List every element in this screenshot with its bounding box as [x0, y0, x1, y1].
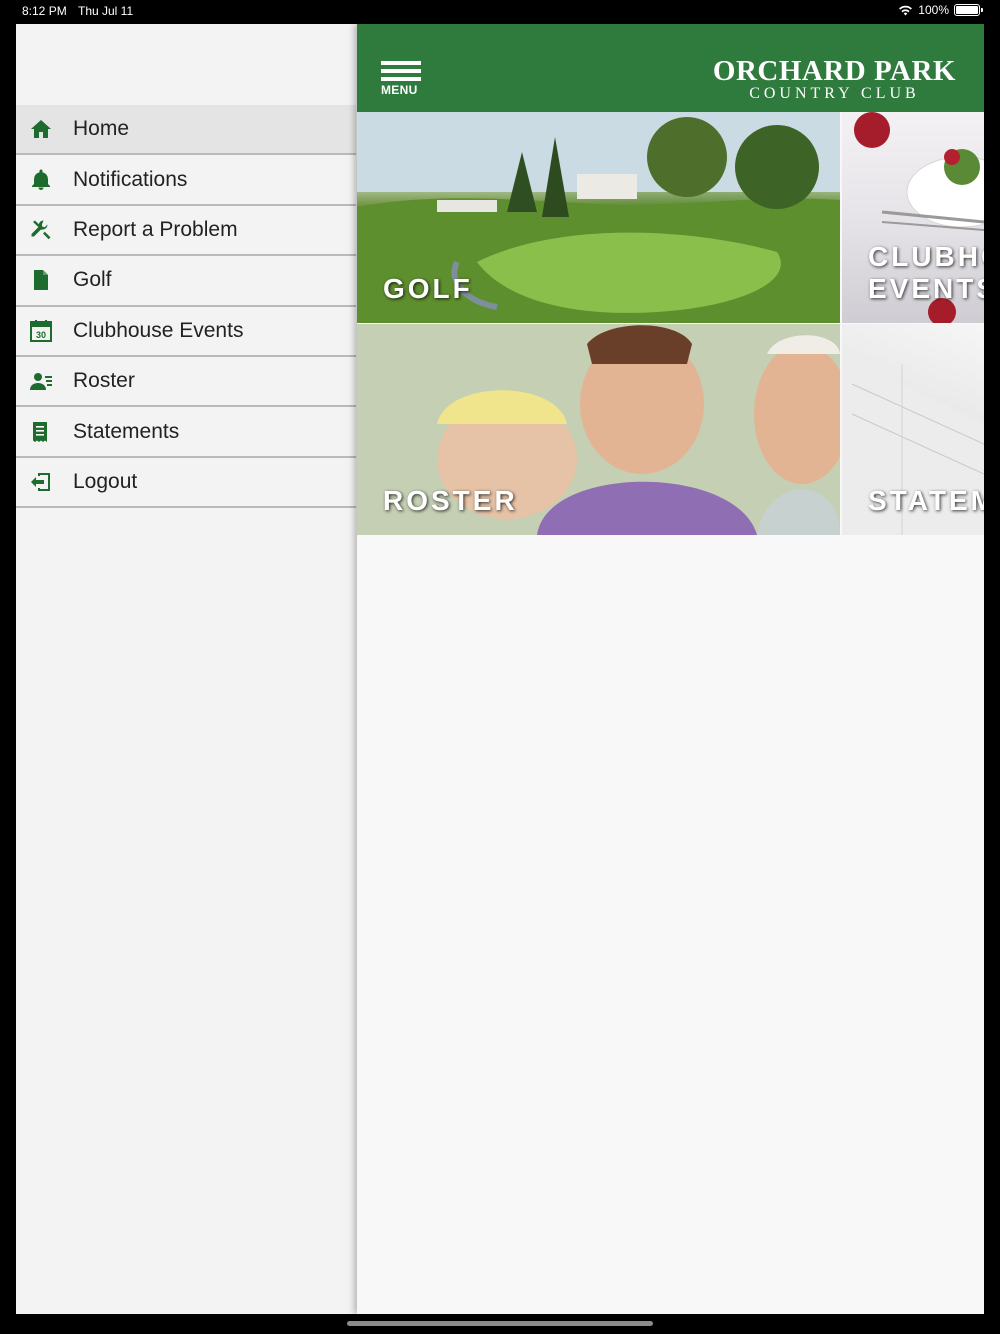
menu-button[interactable]: MENU: [381, 61, 421, 101]
side-menu: Home Notifications Report a Problem Golf: [16, 24, 356, 1314]
tile-clubhouse-events[interactable]: CLUBHOUSE EVENTS: [842, 112, 984, 323]
wifi-icon: [899, 5, 913, 16]
hamburger-icon: [381, 61, 421, 81]
status-time: 8:12 PM: [22, 4, 67, 18]
tile-roster[interactable]: ROSTER: [357, 324, 840, 535]
calendar-icon: 30: [28, 318, 54, 344]
status-indicators: 100%: [898, 3, 983, 17]
bell-icon: [28, 167, 54, 193]
main-content: MENU ORCHARD PARK COUNTRY CLUB GOLF CLUB…: [357, 24, 984, 1314]
sidebar-item-label: Golf: [73, 268, 112, 292]
app-header: MENU ORCHARD PARK COUNTRY CLUB: [357, 24, 984, 112]
sidebar-item-label: Statements: [73, 419, 180, 443]
tile-statements[interactable]: STATEMENTS: [842, 324, 984, 535]
sidebar-item-label: Notifications: [73, 167, 188, 191]
home-icon: [28, 116, 54, 142]
tile-roster-label: ROSTER: [383, 485, 518, 516]
club-logo: ORCHARD PARK COUNTRY CLUB: [713, 56, 956, 102]
home-tiles: GOLF CLUBHOUSE EVENTS: [357, 112, 984, 535]
sidebar-item-logout[interactable]: Logout: [16, 457, 356, 509]
sidebar-item-report-a-problem[interactable]: Report a Problem: [16, 205, 356, 257]
sidebar-item-clubhouse-events[interactable]: 30 Clubhouse Events: [16, 306, 356, 357]
sidebar-item-label: Report a Problem: [73, 217, 238, 241]
app-screen: Home Notifications Report a Problem Golf: [16, 24, 984, 1314]
tile-golf[interactable]: GOLF: [357, 112, 840, 323]
document-icon: [28, 267, 54, 293]
logo-line2: COUNTRY CLUB: [749, 85, 920, 102]
tile-golf-label: GOLF: [383, 273, 473, 304]
sidebar-item-label: Home: [73, 117, 130, 141]
logo-line1: ORCHARD PARK: [712, 55, 956, 87]
battery-percentage: 100%: [918, 3, 949, 17]
sidebar-item-label: Roster: [73, 369, 135, 393]
tools-icon: [28, 217, 54, 243]
status-date: Thu Jul 11: [78, 4, 134, 18]
svg-text:30: 30: [36, 330, 46, 340]
status-bar: 8:12 PM Thu Jul 11 100%: [0, 0, 1000, 22]
home-indicator[interactable]: [347, 1321, 653, 1326]
sidebar-item-label: Clubhouse Events: [73, 318, 244, 342]
menu-label: MENU: [381, 83, 418, 97]
statement-icon: [28, 419, 54, 445]
battery-icon: [954, 4, 983, 16]
person-list-icon: [28, 368, 54, 394]
sidebar-item-notifications[interactable]: Notifications: [16, 155, 356, 206]
tile-statements-label: STATEMENTS: [868, 485, 984, 516]
sidebar-item-statements[interactable]: Statements: [16, 407, 356, 458]
tile-clubhouse-events-label: CLUBHOUSE EVENTS: [868, 241, 984, 304]
sidebar-item-label: Logout: [73, 469, 138, 493]
logout-icon: [28, 469, 54, 495]
side-menu-list: Home Notifications Report a Problem Golf: [16, 105, 356, 509]
side-menu-header: [16, 24, 356, 105]
sidebar-item-roster[interactable]: Roster: [16, 356, 356, 408]
sidebar-item-home[interactable]: Home: [16, 105, 356, 156]
sidebar-item-golf[interactable]: Golf: [16, 256, 356, 307]
